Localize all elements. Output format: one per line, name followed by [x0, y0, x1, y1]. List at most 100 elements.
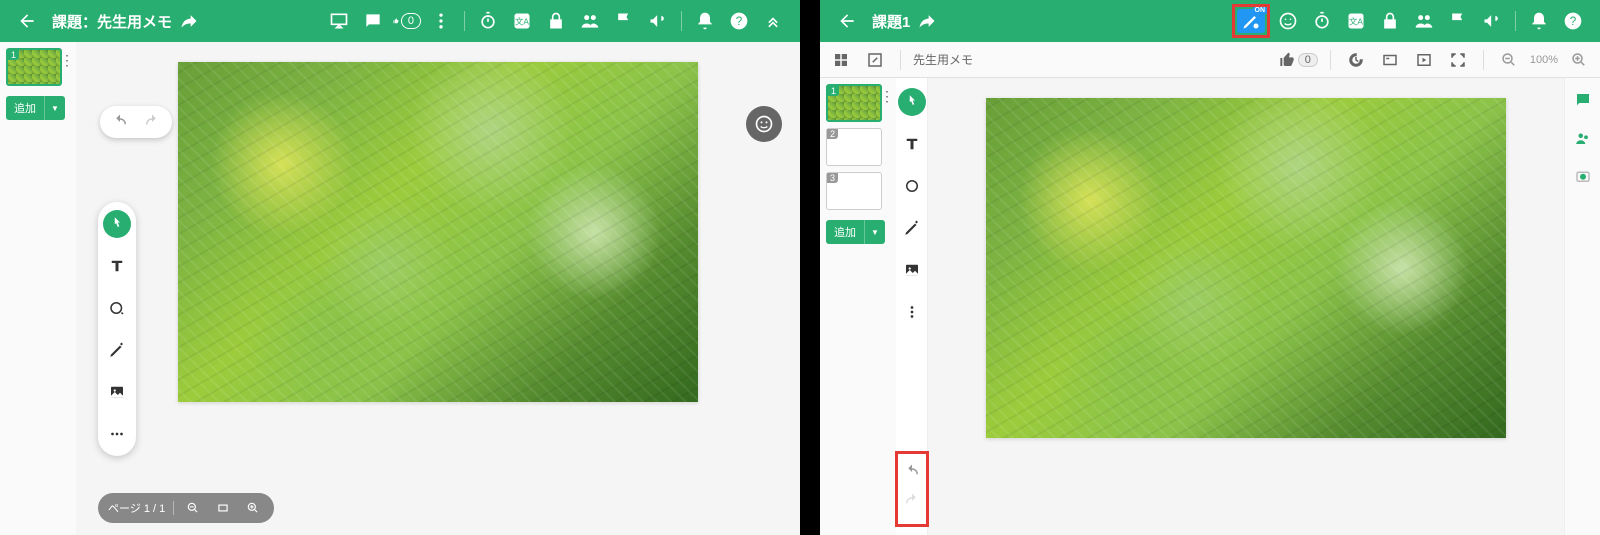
tool-palette: [896, 78, 928, 535]
text-tool[interactable]: [103, 252, 131, 280]
bell-icon[interactable]: [1525, 7, 1553, 35]
pointer-tool[interactable]: [898, 88, 926, 116]
bell-icon[interactable]: [691, 7, 719, 35]
back-button[interactable]: [833, 7, 861, 35]
undo-redo-bar: [100, 106, 172, 138]
thumbnail-panel: 1 ⋮ 追加 ▼: [0, 42, 76, 535]
redo-button[interactable]: [140, 110, 164, 134]
header: 課題1 ON 文A ?: [820, 0, 1600, 42]
zoom-in[interactable]: [242, 497, 264, 519]
svg-text:文A: 文A: [515, 16, 529, 26]
shape-tool[interactable]: [103, 294, 131, 322]
flag-icon[interactable]: [610, 7, 638, 35]
more-tools[interactable]: [103, 420, 131, 448]
image-tool[interactable]: [898, 256, 926, 284]
shape-tool[interactable]: [898, 172, 926, 200]
thumb-menu-icon[interactable]: ⋮: [60, 52, 74, 69]
body: 1 ⋮ 追加 ▼ ページ 1 / 1: [0, 42, 800, 535]
thumb-1[interactable]: 1 ⋮: [826, 84, 882, 122]
add-button[interactable]: 追加: [6, 96, 44, 120]
people-icon[interactable]: [1410, 7, 1438, 35]
translate-icon[interactable]: 文A: [508, 7, 536, 35]
announce-icon[interactable]: [1478, 7, 1506, 35]
add-dropdown[interactable]: ▼: [864, 220, 885, 244]
more-icon[interactable]: [427, 7, 455, 35]
zoom-in-icon[interactable]: [1566, 47, 1592, 73]
like-count: 0: [401, 13, 421, 29]
svg-text:文A: 文A: [1349, 16, 1363, 26]
add-page: 追加 ▼: [826, 220, 890, 244]
tool-toggle-on[interactable]: ON: [1234, 6, 1268, 36]
pen-tool[interactable]: [898, 214, 926, 242]
fullscreen-icon[interactable]: [1445, 47, 1471, 73]
card-icon[interactable]: [1377, 47, 1403, 73]
thumb-3[interactable]: 3: [826, 172, 882, 210]
zoom-out[interactable]: [182, 497, 204, 519]
help-icon[interactable]: ?: [725, 7, 753, 35]
like-button[interactable]: 0: [393, 7, 421, 35]
like-count: 0: [1298, 53, 1318, 67]
fit-screen[interactable]: [212, 497, 234, 519]
translate-icon[interactable]: 文A: [1342, 7, 1370, 35]
image-tool[interactable]: [103, 378, 131, 406]
app-right: 課題1 ON 文A ? 先生用メモ 0: [820, 0, 1600, 535]
lock-icon[interactable]: [542, 7, 570, 35]
like-button[interactable]: 0: [1279, 52, 1318, 68]
undo-button[interactable]: [108, 110, 132, 134]
thumbnail-panel: 1 ⋮ 2 3 追加 ▼: [820, 78, 896, 535]
back-button[interactable]: [13, 7, 41, 35]
text-tool[interactable]: [898, 130, 926, 158]
chat-icon[interactable]: [1571, 88, 1595, 112]
subheader: 先生用メモ 0 100%: [820, 42, 1600, 78]
thumb-2[interactable]: 2: [826, 128, 882, 166]
thumb-menu-icon[interactable]: ⋮: [880, 88, 894, 105]
header: 課題：先生用メモ 0 文A ?: [0, 0, 800, 42]
canvas[interactable]: [76, 42, 800, 535]
page-title: 課題1: [872, 11, 910, 32]
face-icon[interactable]: [1274, 7, 1302, 35]
add-dropdown[interactable]: ▼: [44, 96, 65, 120]
thumb-1[interactable]: 1 ⋮: [6, 48, 62, 86]
grid-view-icon[interactable]: [828, 47, 854, 73]
pen-tool[interactable]: [103, 336, 131, 364]
add-button[interactable]: 追加: [826, 220, 864, 244]
announce-icon[interactable]: [644, 7, 672, 35]
redo-button[interactable]: [903, 492, 921, 515]
page-indicator: ページ 1 / 1: [108, 500, 165, 516]
timer-icon[interactable]: [474, 7, 502, 35]
on-label: ON: [1253, 7, 1268, 14]
page-nav-bar: ページ 1 / 1: [98, 493, 274, 523]
svg-text:?: ?: [736, 15, 743, 28]
undo-redo-stack: [897, 453, 927, 525]
camera-icon[interactable]: [1571, 164, 1595, 188]
undo-button[interactable]: [903, 463, 921, 486]
body: 1 ⋮ 2 3 追加 ▼: [820, 78, 1600, 535]
edit-icon[interactable]: [862, 47, 888, 73]
share-icon[interactable]: [913, 7, 941, 35]
timer-icon[interactable]: [1308, 7, 1336, 35]
share-icon[interactable]: [175, 7, 203, 35]
group-icon[interactable]: [1571, 126, 1595, 150]
comment-icon[interactable]: [359, 7, 387, 35]
zoom-level: 100%: [1530, 54, 1558, 66]
present-icon[interactable]: [325, 7, 353, 35]
history-icon[interactable]: [1343, 47, 1369, 73]
collapse-icon[interactable]: [759, 7, 787, 35]
teacher-badge[interactable]: [746, 106, 782, 142]
zoom-out-icon[interactable]: [1496, 47, 1522, 73]
more-tools[interactable]: [898, 298, 926, 326]
people-icon[interactable]: [576, 7, 604, 35]
add-page: 追加 ▼: [6, 96, 70, 120]
canvas-image: [986, 98, 1506, 438]
svg-text:?: ?: [1570, 15, 1577, 28]
pointer-tool[interactable]: [103, 210, 131, 238]
canvas[interactable]: [928, 78, 1564, 535]
play-icon[interactable]: [1411, 47, 1437, 73]
memo-label: 先生用メモ: [913, 51, 973, 68]
canvas-image: [178, 62, 698, 402]
app-left: 課題：先生用メモ 0 文A ? 1 ⋮ 追加 ▼: [0, 0, 800, 535]
help-icon[interactable]: ?: [1559, 7, 1587, 35]
page-title: 課題：先生用メモ: [52, 11, 172, 32]
lock-icon[interactable]: [1376, 7, 1404, 35]
flag-icon[interactable]: [1444, 7, 1472, 35]
